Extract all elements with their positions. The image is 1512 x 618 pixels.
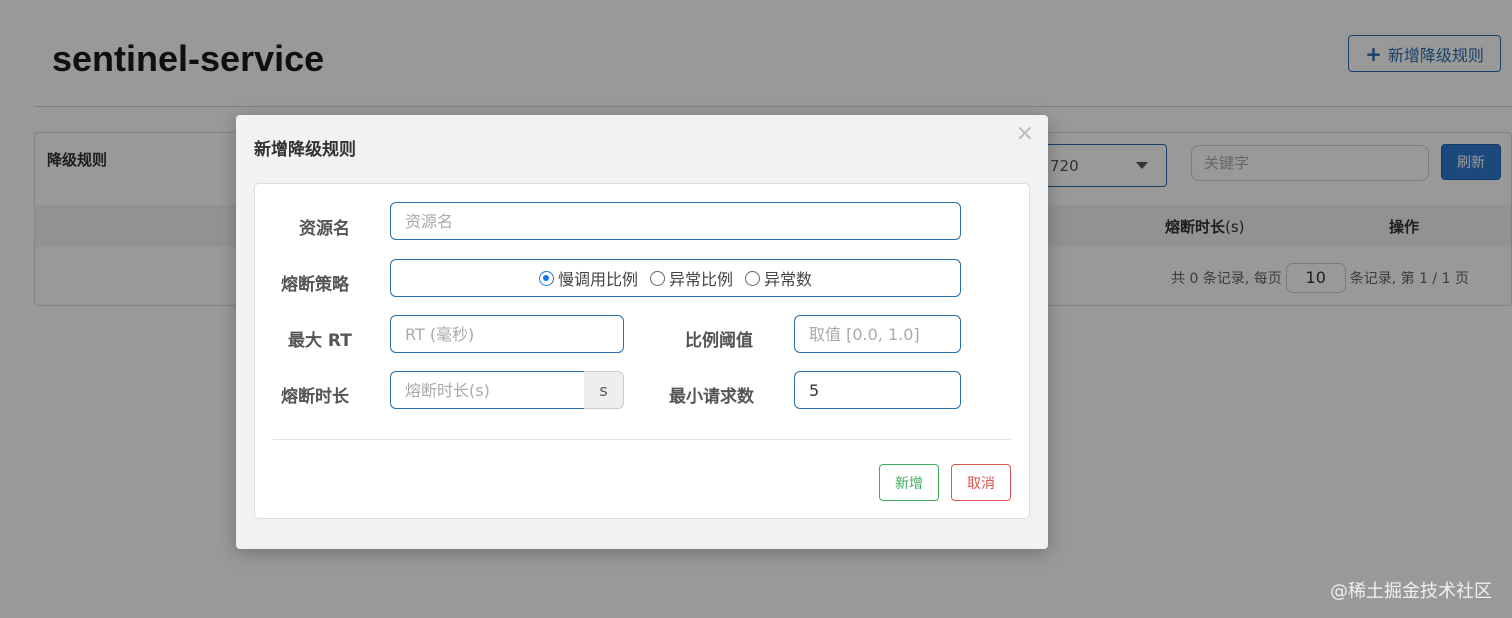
- radio-exception-count[interactable]: 异常数: [745, 266, 812, 290]
- seconds-unit-addon: s: [584, 371, 624, 409]
- close-icon[interactable]: ×: [1016, 121, 1034, 146]
- radio-checked-icon: [538, 270, 554, 286]
- modal-title: 新增降级规则: [254, 140, 356, 160]
- modal-form: 资源名 熔断策略 慢调用比例 异常比例 异常数 最大 RT 比例阈值 熔断时长 …: [254, 183, 1030, 519]
- radio-unchecked-icon: [649, 270, 665, 286]
- ratio-threshold-input[interactable]: [794, 315, 961, 353]
- strategy-label: 熔断策略: [281, 275, 349, 295]
- add-degrade-rule-modal: 新增降级规则 × 资源名 熔断策略 慢调用比例 异常比例 异常数 最大 RT 比…: [236, 115, 1048, 549]
- ratio-threshold-label: 比例阈值: [685, 331, 753, 351]
- max-rt-label: 最大 RT: [288, 331, 352, 351]
- radio-unchecked-icon: [745, 270, 760, 286]
- watermark: @稀土掘金技术社区: [1330, 581, 1492, 602]
- radio-exception-ratio[interactable]: 异常比例: [649, 266, 733, 290]
- resource-name-input[interactable]: [390, 202, 961, 240]
- add-button[interactable]: 新增: [879, 464, 939, 501]
- min-requests-label: 最小请求数: [669, 387, 754, 407]
- resource-label: 资源名: [299, 219, 350, 239]
- max-rt-input[interactable]: [390, 315, 624, 353]
- min-requests-input[interactable]: [794, 371, 961, 409]
- break-duration-input[interactable]: [390, 371, 585, 409]
- form-divider: [273, 439, 1011, 440]
- break-duration-label: 熔断时长: [281, 387, 349, 407]
- cancel-button[interactable]: 取消: [951, 464, 1011, 501]
- strategy-radio-group: 慢调用比例 异常比例 异常数: [390, 259, 961, 297]
- radio-slow-call-ratio[interactable]: 慢调用比例: [538, 266, 638, 290]
